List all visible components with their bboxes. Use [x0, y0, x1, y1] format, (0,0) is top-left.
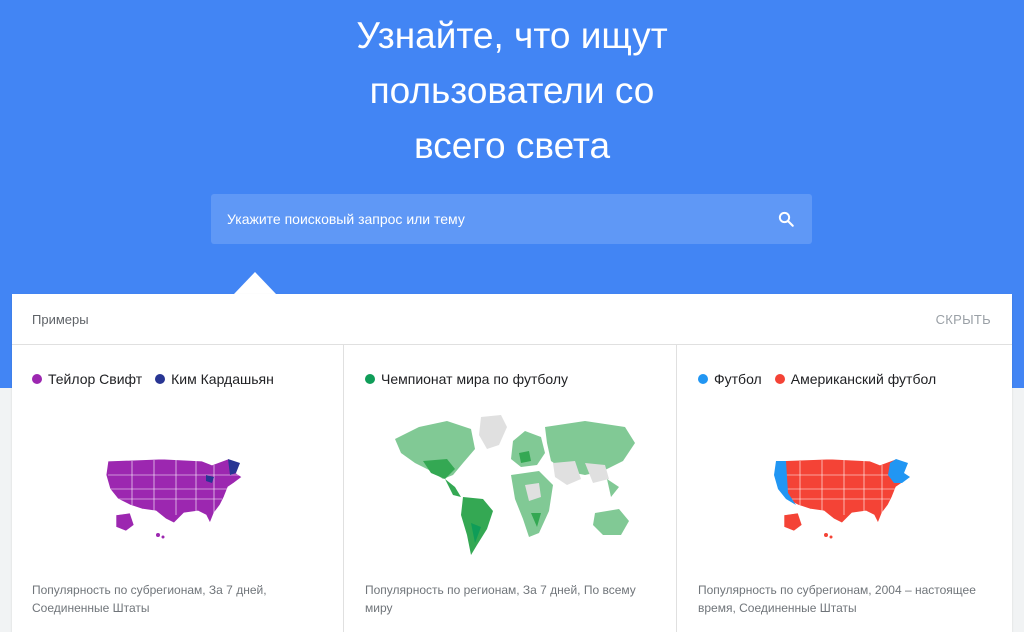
legend-item: Тейлор Свифт — [32, 371, 142, 387]
legend-item: Ким Кардашьян — [155, 371, 274, 387]
examples-pointer — [234, 272, 276, 294]
example-card-taylor-kim[interactable]: Тейлор Свифт Ким Кардашьян Популярность … — [12, 345, 344, 632]
legend-label: Футбол — [714, 371, 762, 387]
world-map-europe — [511, 431, 545, 467]
example-caption: Популярность по субрегионам, 2004 – наст… — [698, 583, 976, 615]
example-card-football[interactable]: Футбол Американский футбол Популярность … — [678, 345, 1010, 632]
example-legend: Тейлор Свифт Ким Кардашьян — [32, 371, 287, 387]
world-map — [395, 415, 635, 555]
world-map-north-america — [395, 421, 475, 497]
legend-label: Тейлор Свифт — [48, 371, 143, 387]
us-map-hawaii — [824, 533, 833, 539]
examples-card: Примеры СКРЫТЬ Тейлор Свифт Ким Кардашья… — [12, 294, 1012, 632]
examples-header: Примеры СКРЫТЬ — [12, 294, 1012, 345]
hide-button[interactable]: СКРЫТЬ — [936, 312, 991, 327]
legend-dot — [155, 374, 166, 384]
us-map — [773, 458, 911, 539]
us-map-alaska — [783, 512, 803, 532]
world-map-south-america — [461, 497, 493, 555]
example-caption: Популярность по субрегионам, За 7 дней, … — [32, 583, 267, 615]
world-map-africa — [511, 471, 553, 537]
legend-dot — [698, 374, 708, 384]
world-map-australia — [593, 509, 629, 535]
search-box[interactable]: Укажите поисковый запрос или тему — [211, 194, 812, 244]
example-legend: Футбол Американский футбол — [698, 371, 949, 387]
hero-title: Узнайте, что ищут пользователи со всего … — [356, 15, 668, 166]
example-caption: Популярность по регионам, За 7 дней, По … — [365, 583, 636, 615]
legend-item: Футбол — [698, 371, 762, 387]
world-map-greenland — [479, 415, 507, 449]
legend-item: Американский футбол — [774, 371, 937, 387]
legend-item: Чемпионат мира по футболу — [365, 371, 568, 387]
legend-label: Американский футбол — [790, 371, 937, 387]
examples-label: Примеры — [32, 312, 89, 327]
example-legend: Чемпионат мира по футболу — [365, 371, 581, 387]
example-card-world-cup[interactable]: Чемпионат мира по футболу Популярность п… — [345, 345, 677, 632]
legend-label: Ким Кардашьян — [171, 371, 274, 387]
legend-dot — [774, 374, 785, 384]
us-map — [105, 458, 243, 539]
us-map-hawaii — [156, 533, 165, 539]
search-input[interactable]: Укажите поисковый запрос или тему — [227, 211, 776, 227]
us-map-alaska — [115, 512, 135, 532]
legend-dot — [32, 374, 42, 384]
legend-label: Чемпионат мира по футболу — [381, 371, 569, 387]
world-map-asia — [545, 421, 635, 497]
legend-dot — [365, 374, 375, 384]
search-icon[interactable] — [776, 209, 796, 229]
